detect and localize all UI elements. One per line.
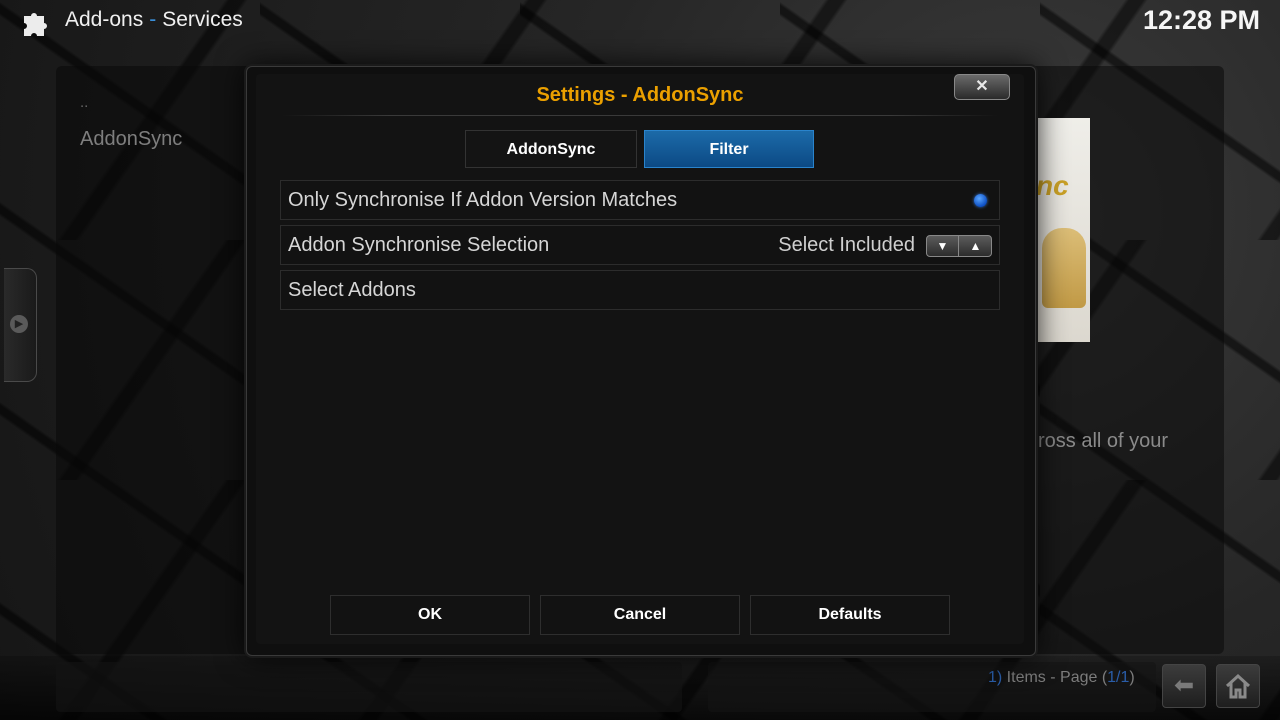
items-page-info: 1) Items - Page (1/1) xyxy=(988,669,1135,687)
tab-addonsync[interactable]: AddonSync xyxy=(465,130,637,168)
setting-select-addons[interactable]: Select Addons xyxy=(280,270,1000,310)
close-icon: ✕ xyxy=(975,78,989,95)
breadcrumb-section: Add-ons xyxy=(65,8,144,31)
spinner-control: ▼ ▲ xyxy=(926,235,992,257)
addon-thumbnail: nc xyxy=(1034,118,1090,342)
home-icon xyxy=(1225,673,1251,699)
chevron-right-icon: ▶ xyxy=(10,315,28,333)
setting-label: Select Addons xyxy=(288,279,416,301)
clock: 12:28 PM xyxy=(1142,5,1260,35)
setting-label: Addon Synchronise Selection xyxy=(288,234,550,256)
thumbnail-figure xyxy=(1042,228,1086,308)
setting-label: Only Synchronise If Addon Version Matche… xyxy=(288,189,678,211)
thumbnail-logo-text: nc xyxy=(1036,170,1069,201)
setting-version-match[interactable]: Only Synchronise If Addon Version Matche… xyxy=(280,180,1000,220)
tab-filter[interactable]: Filter xyxy=(644,130,814,168)
side-menu-tab[interactable]: ▶ xyxy=(4,268,37,382)
breadcrumb-separator: - xyxy=(149,8,157,31)
spin-up-icon[interactable]: ▲ xyxy=(960,236,991,256)
settings-dialog-body xyxy=(256,74,1024,644)
addon-list-item[interactable]: AddonSync xyxy=(80,128,182,151)
dialog-title: Settings - AddonSync xyxy=(536,84,744,106)
title-divider xyxy=(282,115,998,116)
cancel-button[interactable]: Cancel xyxy=(540,595,740,635)
back-button[interactable]: ⬅ xyxy=(1162,664,1206,708)
home-button[interactable] xyxy=(1216,664,1260,708)
breadcrumb: Add-ons - Services xyxy=(65,8,243,32)
defaults-button[interactable]: Defaults xyxy=(750,595,950,635)
radio-on-icon[interactable] xyxy=(974,194,987,207)
breadcrumb-subsection: Services xyxy=(162,8,243,31)
items-text: Items - Page ( xyxy=(1002,669,1108,686)
ok-button[interactable]: OK xyxy=(330,595,530,635)
back-arrow-icon: ⬅ xyxy=(1173,672,1195,699)
items-count-fragment: 1) xyxy=(988,669,1003,686)
top-bar: Add-ons - Services 12:28 PM xyxy=(0,0,1280,44)
setting-sync-selection[interactable]: Addon Synchronise Selection Select Inclu… xyxy=(280,225,1000,265)
spin-down-icon[interactable]: ▼ xyxy=(927,236,959,256)
items-suffix: ) xyxy=(1129,669,1135,686)
parent-folder-item[interactable]: .. xyxy=(80,94,88,111)
page-number: 1/1 xyxy=(1107,669,1130,686)
puzzle-piece-icon xyxy=(24,13,47,36)
addon-description: cross all of your xyxy=(1028,430,1169,452)
close-button[interactable]: ✕ xyxy=(954,74,1010,100)
bottom-left-panel xyxy=(56,662,682,712)
spinner-value: Select Included xyxy=(778,234,915,256)
